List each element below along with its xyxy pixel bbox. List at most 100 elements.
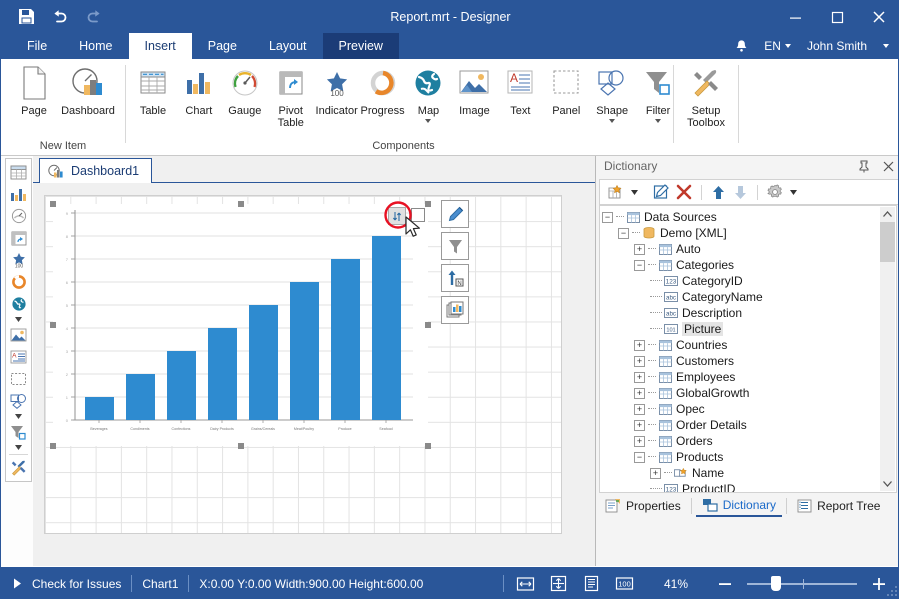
tree-node[interactable]: + Orders bbox=[602, 433, 878, 449]
selection-handle[interactable] bbox=[425, 443, 431, 449]
tool-shape-chevron[interactable] bbox=[6, 412, 31, 421]
tree-node[interactable]: + Countries bbox=[602, 337, 878, 353]
collapse-icon[interactable]: − bbox=[602, 211, 613, 223]
maximize-icon[interactable] bbox=[816, 1, 858, 33]
tree-node[interactable]: − Products bbox=[602, 449, 878, 465]
expand-icon[interactable]: + bbox=[634, 371, 645, 383]
new-item-icon[interactable] bbox=[605, 182, 626, 202]
tree-node[interactable]: + Opec bbox=[602, 401, 878, 417]
selection-handle[interactable] bbox=[425, 322, 431, 328]
tree-node[interactable]: + Auto bbox=[602, 241, 878, 257]
selection-handle[interactable] bbox=[425, 201, 431, 207]
tool-progress[interactable] bbox=[6, 271, 31, 293]
user-menu-chevron[interactable] bbox=[880, 33, 892, 59]
tree-node[interactable]: 123 CategoryID bbox=[602, 273, 878, 289]
tool-indicator[interactable]: 100 bbox=[6, 249, 31, 271]
check-for-issues-label[interactable]: Check for Issues bbox=[32, 577, 121, 591]
ribbon-button-gauge[interactable]: Gauge bbox=[222, 59, 268, 117]
chevron-down-icon[interactable] bbox=[655, 119, 662, 123]
tab-file[interactable]: File bbox=[11, 33, 63, 59]
selection-handle[interactable] bbox=[50, 443, 56, 449]
close-icon[interactable] bbox=[858, 1, 898, 33]
dictionary-tree[interactable]: − Data Sources − Demo [XML] + Auto − Categories… bbox=[599, 205, 897, 493]
redo-icon[interactable] bbox=[83, 5, 105, 27]
ribbon-button-page[interactable]: Page bbox=[7, 59, 61, 117]
tool-gauge[interactable] bbox=[6, 205, 31, 227]
collapse-icon[interactable]: − bbox=[634, 451, 645, 463]
new-item-chevron-icon[interactable] bbox=[629, 182, 640, 202]
expand-icon[interactable]: + bbox=[634, 403, 645, 415]
ribbon-button-table[interactable]: Table bbox=[130, 59, 176, 117]
chart-style-icon[interactable] bbox=[441, 296, 469, 324]
single-page-icon[interactable] bbox=[581, 574, 603, 594]
zoom-100-icon[interactable]: 100 bbox=[614, 574, 636, 594]
gear-icon[interactable] bbox=[765, 182, 785, 202]
ribbon-button-pivot-table[interactable]: Pivot Table bbox=[268, 59, 314, 129]
ribbon-button-progress[interactable]: Progress bbox=[360, 59, 406, 117]
sort-updown-icon[interactable] bbox=[388, 207, 406, 225]
minimize-icon[interactable] bbox=[774, 1, 816, 33]
tree-node[interactable]: − Data Sources bbox=[602, 209, 878, 225]
ribbon-button-image[interactable]: Image bbox=[451, 59, 497, 117]
tree-node[interactable]: 123 ProductID bbox=[602, 481, 878, 492]
expand-icon[interactable]: + bbox=[634, 387, 645, 399]
ribbon-button-setup-toolbox[interactable]: Setup Toolbox bbox=[679, 59, 733, 129]
tool-map[interactable] bbox=[6, 293, 31, 315]
tab-layout[interactable]: Layout bbox=[253, 33, 323, 59]
panel-tab-report-tree[interactable]: Report Tree bbox=[791, 497, 886, 516]
save-icon[interactable] bbox=[15, 5, 37, 27]
tool-text[interactable]: A bbox=[6, 346, 31, 368]
panel-tab-dictionary[interactable]: Dictionary bbox=[695, 496, 783, 517]
tree-node[interactable]: + Order Details bbox=[602, 417, 878, 433]
canvas-scroll-area[interactable]: 987 654 321 0 Beverages Condiments Confe… bbox=[33, 183, 595, 566]
delete-x-icon[interactable] bbox=[674, 182, 694, 202]
gear-chevron-icon[interactable] bbox=[788, 182, 799, 202]
tree-node[interactable]: 101 Picture bbox=[602, 321, 878, 337]
tree-node[interactable]: − Demo [XML] bbox=[602, 225, 878, 241]
edit-icon[interactable] bbox=[651, 182, 671, 202]
tree-node[interactable]: abc Description bbox=[602, 305, 878, 321]
selection-handle[interactable] bbox=[50, 322, 56, 328]
ribbon-button-chart[interactable]: Chart bbox=[176, 59, 222, 117]
dictionary-scrollbar[interactable] bbox=[880, 207, 895, 491]
user-menu[interactable]: John Smith bbox=[804, 33, 870, 59]
filter-funnel-icon[interactable] bbox=[441, 232, 469, 260]
sort-arrow-n-icon[interactable]: N bbox=[441, 264, 469, 292]
zoom-out-button[interactable] bbox=[714, 574, 736, 594]
move-up-icon[interactable] bbox=[709, 182, 728, 202]
zoom-slider[interactable] bbox=[747, 574, 857, 594]
square-icon[interactable] bbox=[411, 208, 425, 222]
ribbon-button-shape[interactable]: Shape bbox=[589, 59, 635, 123]
expand-icon[interactable]: + bbox=[634, 435, 645, 447]
play-icon[interactable] bbox=[13, 578, 22, 589]
edit-pencil-icon[interactable] bbox=[441, 200, 469, 228]
tool-panel[interactable] bbox=[6, 368, 31, 390]
tool-chart[interactable] bbox=[6, 183, 31, 205]
selection-handle[interactable] bbox=[50, 201, 56, 207]
tool-map-chevron[interactable] bbox=[6, 315, 31, 324]
expand-icon[interactable]: + bbox=[634, 243, 645, 255]
expand-icon[interactable]: + bbox=[634, 419, 645, 431]
ribbon-button-panel[interactable]: Panel bbox=[543, 59, 589, 117]
tab-home[interactable]: Home bbox=[63, 33, 128, 59]
ribbon-button-map[interactable]: Map bbox=[406, 59, 452, 123]
move-down-icon[interactable] bbox=[731, 182, 750, 202]
language-selector[interactable]: EN bbox=[761, 33, 794, 59]
panel-tab-properties[interactable]: Properties bbox=[599, 496, 687, 516]
expand-icon[interactable]: + bbox=[634, 355, 645, 367]
scroll-up-icon[interactable] bbox=[880, 207, 895, 222]
expand-icon[interactable]: + bbox=[650, 467, 661, 479]
chevron-down-icon[interactable] bbox=[609, 119, 616, 123]
selection-handle[interactable] bbox=[238, 201, 244, 207]
dictionary-scrollbar-thumb[interactable] bbox=[880, 222, 895, 262]
tool-pivot-table[interactable] bbox=[6, 227, 31, 249]
document-tab-dashboard1[interactable]: Dashboard1 bbox=[39, 158, 153, 183]
tree-node[interactable]: + Customers bbox=[602, 353, 878, 369]
ribbon-button-indicator[interactable]: 100 Indicator bbox=[314, 59, 360, 117]
tree-node[interactable]: abc CategoryName bbox=[602, 289, 878, 305]
zoom-slider-thumb[interactable] bbox=[771, 575, 781, 591]
close-icon[interactable] bbox=[880, 158, 896, 174]
tool-filter[interactable] bbox=[6, 421, 31, 443]
tree-node[interactable]: + Employees bbox=[602, 369, 878, 385]
tool-setup-toolbox[interactable] bbox=[6, 457, 31, 479]
